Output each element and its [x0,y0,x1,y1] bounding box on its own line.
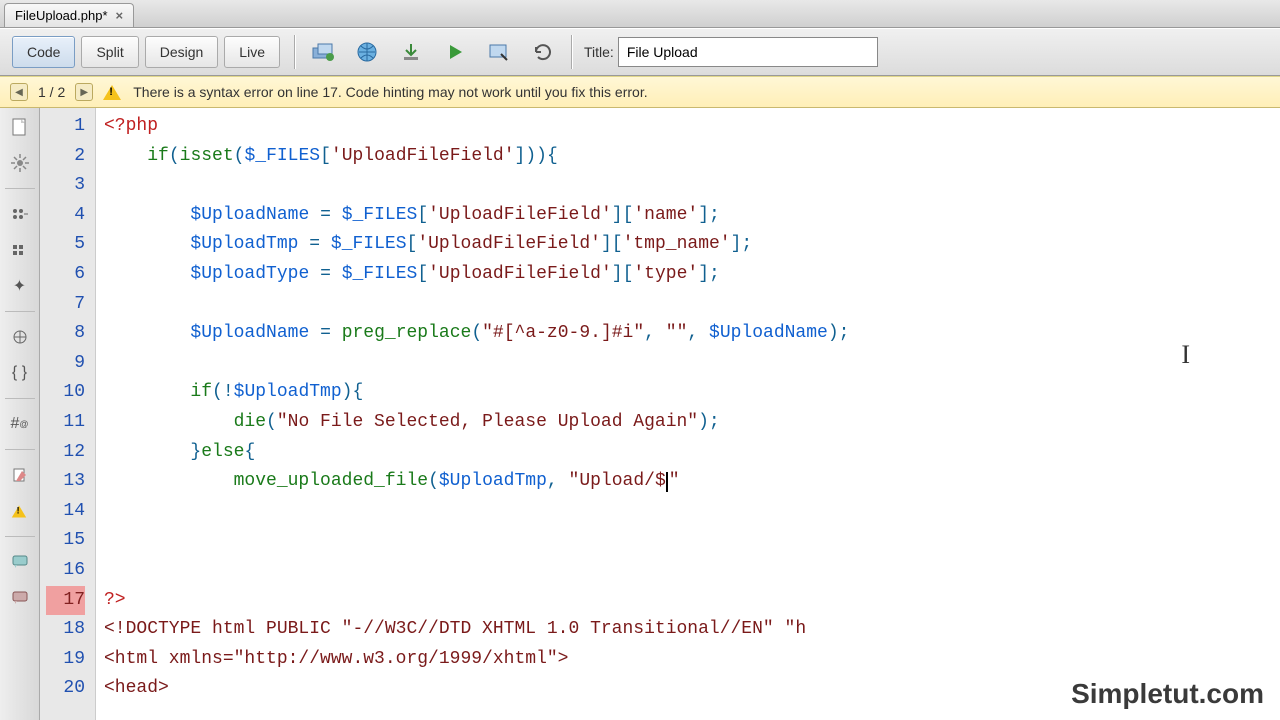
tab-filename: FileUpload.php* [15,8,108,23]
file-manage-icon[interactable] [303,36,343,68]
text-cursor-icon: I [1181,340,1190,370]
error-message: There is a syntax error on line 17. Code… [133,84,647,100]
globe-icon[interactable] [6,324,34,350]
code-editor[interactable]: 1234567891011121314151617181920 <?php if… [40,108,1280,720]
doc-icon[interactable] [6,114,34,140]
main-toolbar: Code Split Design Live Title: [0,28,1280,76]
gear-icon[interactable] [6,150,34,176]
code-view-button[interactable]: Code [12,36,75,68]
warning-icon [103,85,121,100]
toolbar-divider [294,35,295,69]
prev-error-button[interactable]: ◀ [10,83,28,101]
watermark: Simpletut.com [1071,678,1264,710]
globe-preview-icon[interactable] [347,36,387,68]
title-label: Title: [584,44,614,60]
chat-icon[interactable] [6,549,34,575]
design-view-button[interactable]: Design [145,36,219,68]
star-icon[interactable]: ✦ [6,273,34,299]
line-number-gutter: 1234567891011121314151617181920 [40,108,96,720]
editor-area: ✦ { } #@ 1234567891011121314151617181920… [0,108,1280,720]
file-tab[interactable]: FileUpload.php* × [4,3,134,27]
toolbar-divider-2 [571,35,572,69]
document-title-input[interactable] [618,37,878,67]
tag-icon[interactable] [6,585,34,611]
split-view-button[interactable]: Split [81,36,138,68]
warn-tri-icon[interactable] [6,498,34,524]
hash-icon[interactable]: #@ [6,411,34,437]
download-icon[interactable] [391,36,431,68]
code-sidebar: ✦ { } #@ [0,108,40,720]
play-icon[interactable] [435,36,475,68]
live-view-button[interactable]: Live [224,36,280,68]
error-counter: 1 / 2 [38,84,65,100]
error-bar: ◀ 1 / 2 ▶ There is a syntax error on lin… [0,76,1280,108]
braces-icon[interactable]: { } [6,360,34,386]
view-mode-group: Code Split Design Live [6,36,286,68]
close-icon[interactable]: × [116,8,124,23]
dots1-icon[interactable] [6,201,34,227]
code-content[interactable]: <?php if(isset($_FILES['UploadFileField'… [96,108,1280,720]
edit-icon[interactable] [6,462,34,488]
inspect-icon[interactable] [479,36,519,68]
next-error-button[interactable]: ▶ [75,83,93,101]
dots2-icon[interactable] [6,237,34,263]
tab-bar: FileUpload.php* × [0,0,1280,28]
refresh-icon[interactable] [523,36,563,68]
